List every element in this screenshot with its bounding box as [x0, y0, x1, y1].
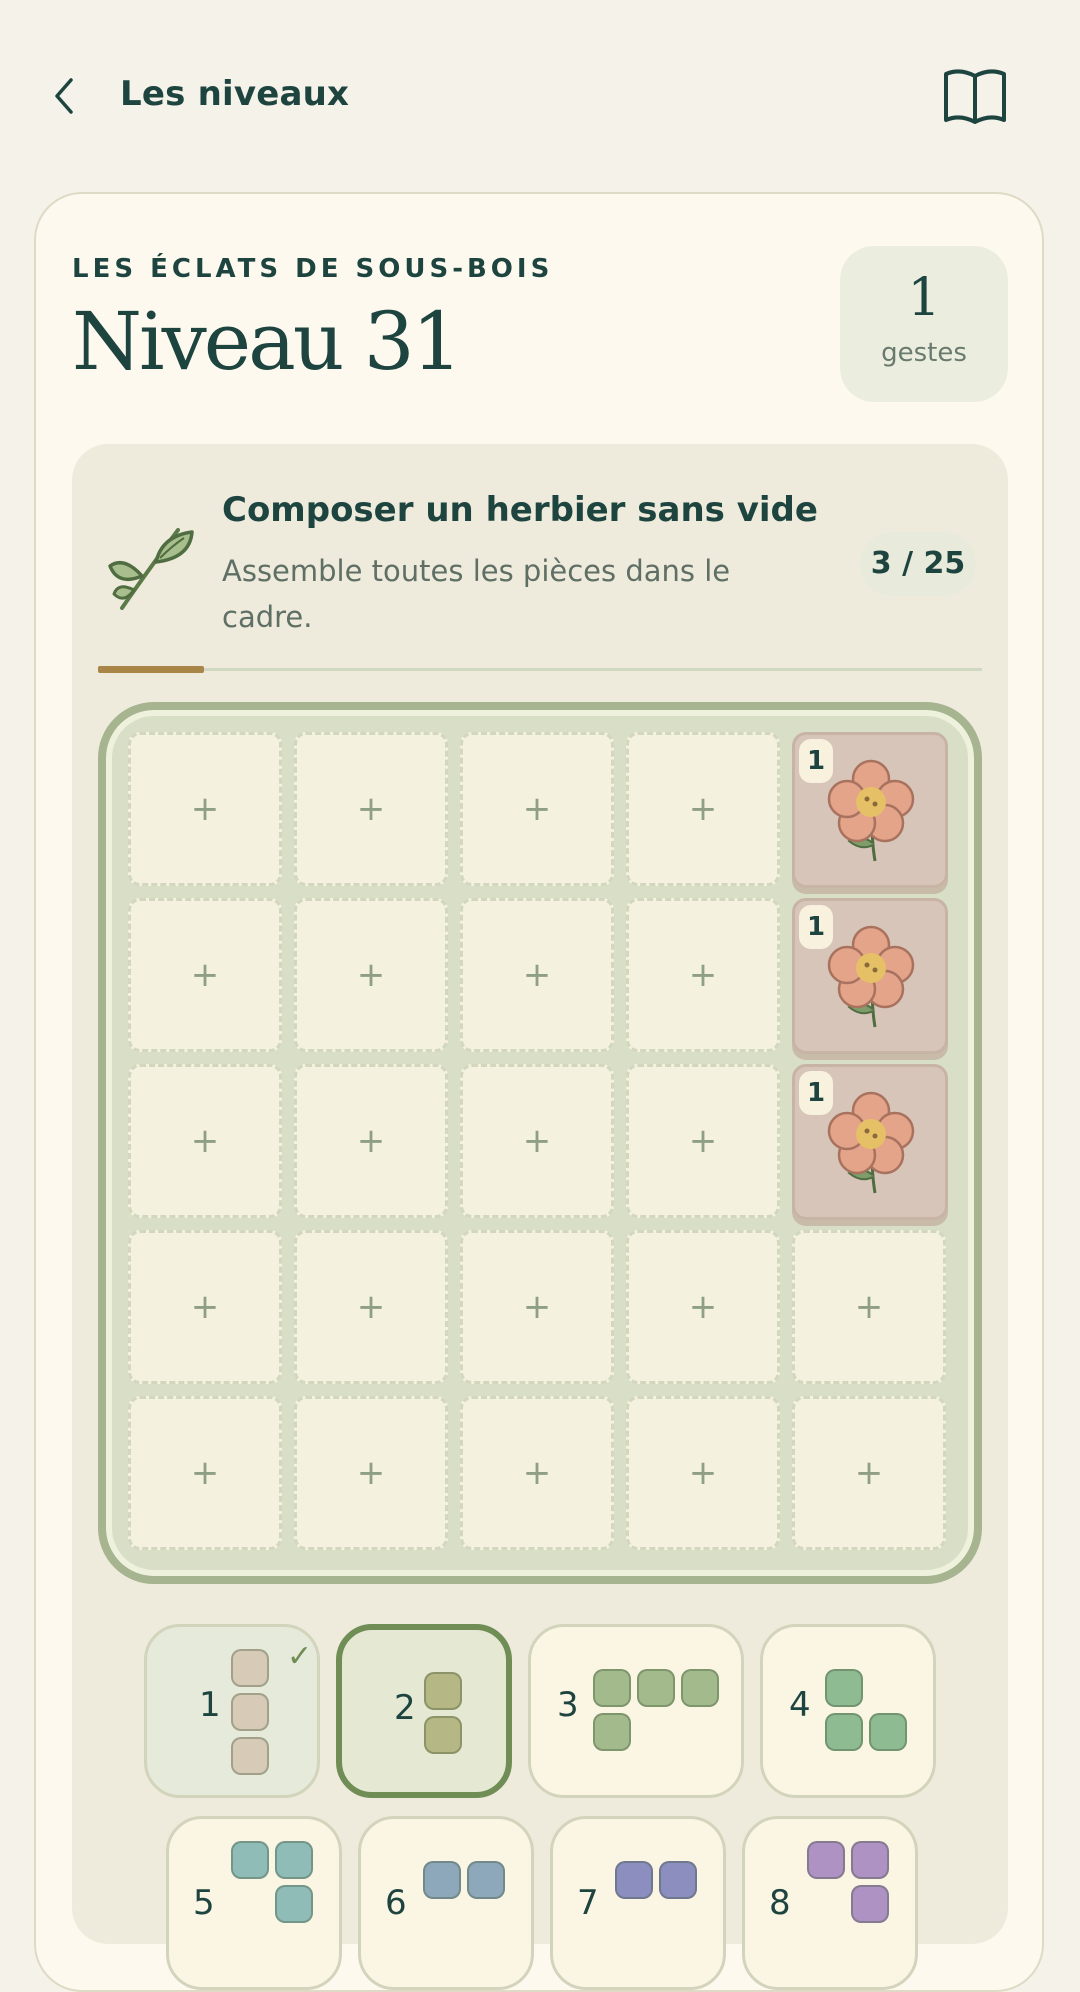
piece-block — [825, 1669, 863, 1707]
piece-block — [869, 1713, 907, 1751]
empty-board-cell[interactable]: + — [294, 1396, 448, 1550]
piece-number: 7 — [577, 1883, 599, 1923]
piece-block — [275, 1885, 313, 1923]
goal-progress-bar — [98, 666, 982, 673]
piece-block — [231, 1841, 269, 1879]
empty-board-cell[interactable]: + — [460, 1064, 614, 1218]
empty-board-cell[interactable]: + — [294, 898, 448, 1052]
piece-block — [659, 1861, 697, 1899]
piece-block — [593, 1669, 631, 1707]
piece-number: 3 — [557, 1685, 579, 1725]
empty-board-cell[interactable]: + — [626, 1064, 780, 1218]
goal-progress-count: 3 / 25 — [860, 532, 976, 596]
empty-board-cell[interactable]: + — [460, 898, 614, 1052]
piece-5[interactable]: 5 — [166, 1816, 342, 1990]
flower-icon — [827, 1091, 915, 1194]
piece-block — [231, 1693, 269, 1731]
piece-number: 2 — [394, 1688, 416, 1728]
piece-number: 1 — [199, 1685, 221, 1725]
checkmark-icon: ✓ — [287, 1639, 313, 1674]
piece-block — [825, 1713, 863, 1751]
book-icon — [944, 69, 1006, 124]
collection-name: LES ÉCLATS DE SOUS-BOIS — [72, 254, 554, 284]
empty-board-cell[interactable]: + — [128, 732, 282, 886]
piece-block — [424, 1672, 462, 1710]
piece-block — [637, 1669, 675, 1707]
back-label[interactable]: Les niveaux — [120, 74, 349, 114]
chevron-left-icon — [55, 78, 73, 114]
empty-board-cell[interactable]: + — [294, 732, 448, 886]
piece-3[interactable]: 3 — [528, 1624, 744, 1798]
piece-block — [231, 1649, 269, 1687]
placed-flower-tile[interactable]: 1 — [792, 898, 948, 1054]
rules-book-button[interactable] — [940, 64, 1010, 128]
empty-board-cell[interactable]: + — [294, 1064, 448, 1218]
piece-4[interactable]: 4 — [760, 1624, 936, 1798]
placed-flower-tile[interactable]: 1 — [792, 732, 948, 888]
top-bar: Les niveaux — [0, 0, 1080, 190]
piece-block — [424, 1716, 462, 1754]
piece-block — [593, 1713, 631, 1751]
goal-description: Assemble toutes les pièces dans le cadre… — [222, 554, 731, 634]
goal-title: Composer un herbier sans vide — [222, 490, 818, 530]
piece-8[interactable]: 8 — [742, 1816, 918, 1990]
piece-number: 6 — [385, 1883, 407, 1923]
empty-board-cell[interactable]: + — [294, 1230, 448, 1384]
piece-block — [615, 1861, 653, 1899]
piece-block — [851, 1841, 889, 1879]
empty-board-cell[interactable]: + — [792, 1396, 946, 1550]
piece-2[interactable]: 2 — [336, 1624, 512, 1798]
flower-icon — [827, 925, 915, 1028]
empty-board-cell[interactable]: + — [626, 898, 780, 1052]
level-title: Niveau 31 — [72, 295, 463, 388]
empty-board-cell[interactable]: + — [128, 898, 282, 1052]
piece-block — [423, 1861, 461, 1899]
game-board: + + + +1 + + + +1 + + + +1 + + + + + + + + + + — [98, 702, 982, 1584]
moves-value: 1 — [907, 268, 941, 328]
empty-board-cell[interactable]: + — [792, 1230, 946, 1384]
empty-board-cell[interactable]: + — [460, 1230, 614, 1384]
back-button[interactable] — [44, 72, 84, 120]
moves-counter: 1 gestes — [840, 246, 1008, 402]
empty-board-cell[interactable]: + — [626, 1396, 780, 1550]
piece-6[interactable]: 6 — [358, 1816, 534, 1990]
placed-flower-tile[interactable]: 1 — [792, 1064, 948, 1220]
piece-block — [681, 1669, 719, 1707]
moves-label: gestes — [881, 338, 967, 368]
piece-number: 8 — [769, 1883, 791, 1923]
empty-board-cell[interactable]: + — [626, 1230, 780, 1384]
piece-1[interactable]: 1 ✓ — [144, 1624, 320, 1798]
empty-board-cell[interactable]: + — [626, 732, 780, 886]
piece-block — [275, 1841, 313, 1879]
empty-board-cell[interactable]: + — [460, 1396, 614, 1550]
piece-block — [231, 1737, 269, 1775]
flower-icon — [827, 759, 915, 862]
piece-7[interactable]: 7 — [550, 1816, 726, 1990]
piece-block — [851, 1885, 889, 1923]
empty-board-cell[interactable]: + — [128, 1230, 282, 1384]
empty-board-cell[interactable]: + — [460, 732, 614, 886]
piece-number: 5 — [193, 1883, 215, 1923]
empty-board-cell[interactable]: + — [128, 1064, 282, 1218]
leaf-sprig-icon — [104, 516, 200, 612]
goal-progress-fill — [98, 666, 205, 673]
empty-board-cell[interactable]: + — [128, 1396, 282, 1550]
piece-number: 4 — [789, 1685, 811, 1725]
piece-block — [467, 1861, 505, 1899]
piece-block — [807, 1841, 845, 1879]
